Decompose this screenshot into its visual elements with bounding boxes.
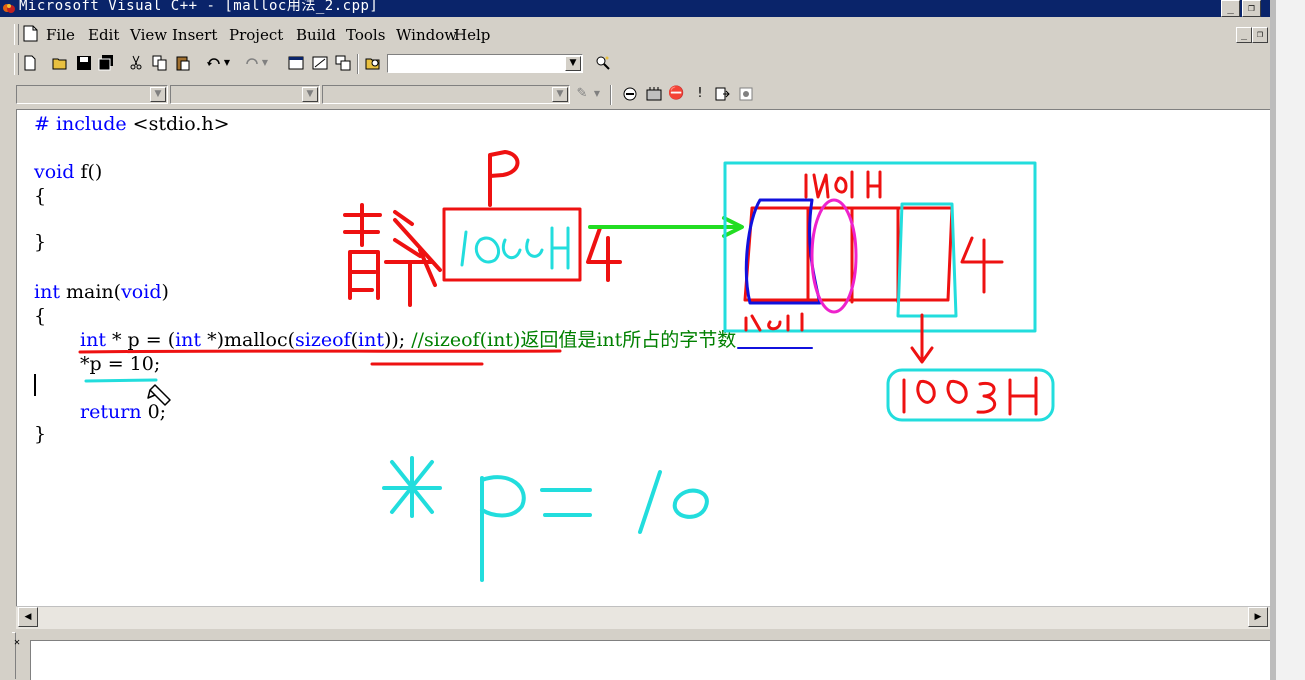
ink-underline-line10 (78, 349, 562, 354)
ink-letter-p (488, 150, 520, 207)
ink-magenta-oval (810, 198, 858, 314)
ink-green-arrow (588, 216, 744, 238)
output-pane: ✕ (0, 632, 1270, 680)
ink-mem-label-bottom (744, 312, 804, 332)
ink-chinese-chars (343, 203, 442, 307)
desktop-edge (1270, 0, 1305, 680)
ink-red-arrow-down (910, 313, 934, 364)
ink-mem-label-top (804, 170, 882, 199)
ink-annotations (78, 150, 1055, 582)
ink-star-p-equation (382, 456, 709, 582)
ink-mem-cells (743, 206, 954, 304)
pencil-cursor-icon (147, 384, 171, 406)
close-output-icon[interactable]: ✕ (14, 638, 24, 648)
scroll-left-icon[interactable]: ◀ (18, 607, 38, 627)
output-content[interactable] (30, 640, 1270, 680)
desktop-edge-strip (1270, 0, 1276, 680)
ink-underline-star-p (84, 378, 158, 383)
ink-addr-text (460, 226, 570, 270)
ink-side-four-b (960, 236, 1004, 294)
msvc-window: Microsoft Visual C++ - [malloc用法_2.cpp] … (0, 0, 1270, 680)
ink-bottom-box-text (902, 376, 1038, 416)
horizontal-scrollbar[interactable]: ◀ ▶ (16, 606, 1270, 629)
ink-side-four (586, 226, 622, 282)
scroll-right-icon[interactable]: ▶ (1248, 607, 1268, 627)
